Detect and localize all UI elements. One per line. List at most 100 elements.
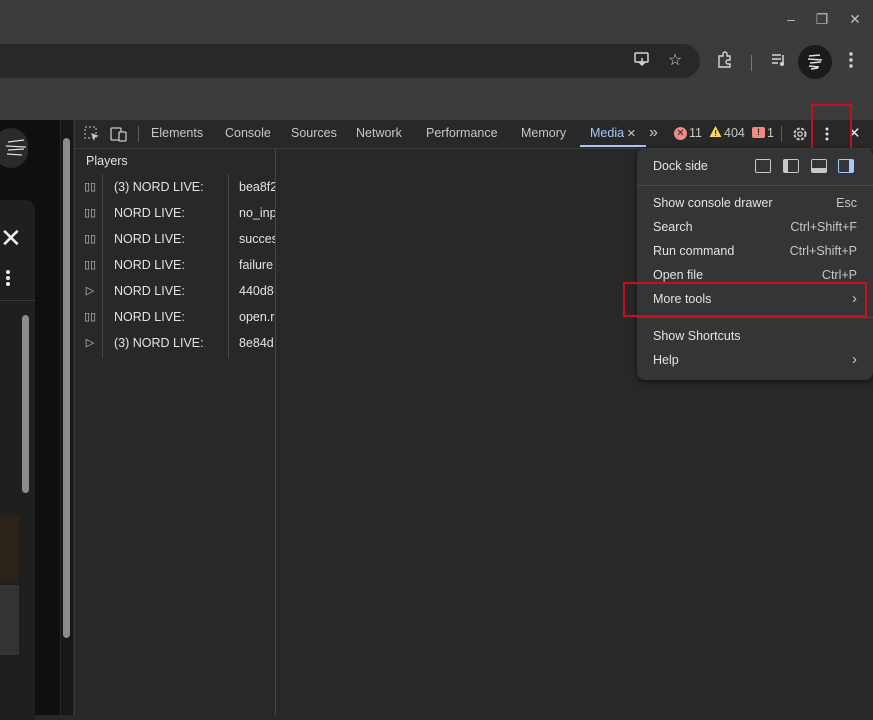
- tab-media[interactable]: Media ×: [580, 120, 646, 147]
- menu-item-label: Show Shortcuts: [653, 329, 741, 343]
- channel-avatar[interactable]: [0, 128, 28, 168]
- error-count[interactable]: 11: [689, 120, 702, 147]
- page-viewport: ✕: [0, 120, 73, 720]
- tab-media-label: Media: [590, 126, 625, 140]
- player-name: NORD LIVE:: [114, 206, 185, 220]
- inspect-element-icon[interactable]: [83, 125, 101, 143]
- scrollbar-thumb[interactable]: [63, 138, 70, 638]
- address-bar[interactable]: ☆: [0, 44, 700, 78]
- error-icon: ✕: [674, 127, 687, 140]
- player-row[interactable]: ▯▯ NORD LIVE: no_inp: [76, 200, 275, 226]
- tab-memory[interactable]: Memory: [521, 120, 566, 147]
- video-thumbnail[interactable]: [0, 585, 19, 655]
- kebab-menu-icon[interactable]: [840, 51, 862, 73]
- issue-icon: !: [752, 127, 765, 138]
- player-name: NORD LIVE:: [114, 258, 185, 272]
- devtools-tab-bar: Elements Console Sources Network Perform…: [75, 120, 873, 149]
- divider: [0, 300, 35, 301]
- undock-icon[interactable]: [755, 159, 771, 173]
- media-icon[interactable]: [768, 51, 790, 73]
- pause-icon: ▯▯: [83, 233, 97, 245]
- player-name: (3) NORD LIVE:: [114, 180, 204, 194]
- settings-gear-icon[interactable]: [791, 125, 809, 143]
- dock-side-row: Dock side: [637, 154, 873, 178]
- menu-item-label: Search: [653, 220, 693, 234]
- toolbar-divider: [751, 55, 752, 71]
- menu-divider: [637, 185, 873, 186]
- chevron-right-icon: ›: [852, 351, 857, 368]
- device-toolbar-icon[interactable]: [110, 125, 128, 143]
- player-id: succes: [239, 232, 275, 246]
- menu-item-run-command[interactable]: Run command Ctrl+Shift+P: [637, 239, 873, 263]
- pause-icon: ▯▯: [83, 311, 97, 323]
- window-title-bar: – ❐ ✕: [0, 0, 873, 40]
- pause-icon: ▯▯: [83, 259, 97, 271]
- tab-separator: [781, 126, 782, 142]
- browser-toolbar: ☆: [0, 40, 873, 86]
- menu-item-help[interactable]: Help ›: [637, 348, 873, 372]
- bookmark-bar: [0, 86, 873, 120]
- tab-console[interactable]: Console: [225, 120, 271, 147]
- warning-icon: [709, 125, 722, 143]
- players-panel: Players ▯▯ (3) NORD LIVE: bea8f2 ▯▯ NORD LIV…: [76, 149, 276, 715]
- profile-avatar[interactable]: [798, 45, 832, 79]
- player-name: (3) NORD LIVE:: [114, 336, 204, 350]
- more-vert-icon[interactable]: [4, 268, 12, 292]
- scrollbar-thumb[interactable]: [22, 315, 29, 493]
- install-app-icon[interactable]: [631, 50, 653, 72]
- tab-performance[interactable]: Performance: [426, 120, 498, 147]
- player-name: NORD LIVE:: [114, 284, 185, 298]
- pause-icon: ▯▯: [83, 207, 97, 219]
- player-row[interactable]: ▯▯ (3) NORD LIVE: bea8f2: [76, 174, 275, 200]
- warning-count[interactable]: 404: [724, 120, 745, 147]
- tab-separator: [138, 126, 139, 142]
- tab-network[interactable]: Network: [356, 120, 402, 147]
- menu-item-show-shortcuts[interactable]: Show Shortcuts: [637, 324, 873, 348]
- player-name: NORD LIVE:: [114, 310, 185, 324]
- play-icon: ▷: [85, 285, 95, 297]
- close-icon[interactable]: ✕: [0, 223, 22, 253]
- customize-devtools-menu: Dock side Show console drawer Esc Search…: [623, 148, 873, 380]
- minimize-button[interactable]: –: [779, 8, 803, 30]
- menu-item-label: Help: [653, 353, 679, 367]
- menu-item-label: Show console drawer: [653, 196, 773, 210]
- menu-item-shortcut: Esc: [836, 196, 857, 210]
- player-id: 440d8: [239, 284, 274, 298]
- page-scrollbar[interactable]: [61, 120, 73, 715]
- close-window-button[interactable]: ✕: [843, 8, 867, 30]
- restore-button[interactable]: ❐: [810, 8, 834, 30]
- player-row[interactable]: ▷ (3) NORD LIVE: 8e84d: [76, 330, 275, 356]
- player-row[interactable]: ▷ NORD LIVE: 440d8: [76, 278, 275, 304]
- more-tabs-icon[interactable]: »: [649, 120, 658, 146]
- menu-item-search[interactable]: Search Ctrl+Shift+F: [637, 215, 873, 239]
- extensions-icon[interactable]: [714, 51, 736, 73]
- player-id: bea8f2: [239, 180, 275, 194]
- highlight-box: [623, 282, 867, 317]
- star-icon[interactable]: ☆: [664, 50, 686, 72]
- dock-side-label: Dock side: [653, 159, 708, 173]
- dock-bottom-icon[interactable]: [811, 159, 827, 173]
- play-icon: ▷: [85, 337, 95, 349]
- player-id: no_inp: [239, 206, 275, 220]
- video-thumbnail[interactable]: [0, 515, 19, 583]
- menu-item-shortcut: Ctrl+Shift+F: [790, 220, 857, 234]
- dock-right-icon[interactable]: [838, 159, 854, 173]
- player-row[interactable]: ▯▯ NORD LIVE: succes: [76, 226, 275, 252]
- players-list: ▯▯ (3) NORD LIVE: bea8f2 ▯▯ NORD LIVE: no_inp…: [76, 174, 275, 358]
- menu-item-shortcut: Ctrl+Shift+P: [789, 244, 857, 258]
- tab-sources[interactable]: Sources: [291, 120, 337, 147]
- player-row[interactable]: ▯▯ NORD LIVE: open.r: [76, 304, 275, 330]
- tab-elements[interactable]: Elements: [151, 120, 203, 147]
- pause-icon: ▯▯: [83, 181, 97, 193]
- player-id: open.r: [239, 310, 275, 324]
- menu-item-show-console-drawer[interactable]: Show console drawer Esc: [637, 191, 873, 215]
- menu-item-label: Run command: [653, 244, 735, 258]
- players-header: Players: [86, 154, 128, 168]
- player-id: 8e84d: [239, 336, 274, 350]
- player-row[interactable]: ▯▯ NORD LIVE: failure: [76, 252, 275, 278]
- close-tab-icon[interactable]: ×: [627, 120, 636, 147]
- player-name: NORD LIVE:: [114, 232, 185, 246]
- issue-count[interactable]: 1: [767, 120, 774, 147]
- menu-divider: [637, 317, 873, 318]
- dock-left-icon[interactable]: [783, 159, 799, 173]
